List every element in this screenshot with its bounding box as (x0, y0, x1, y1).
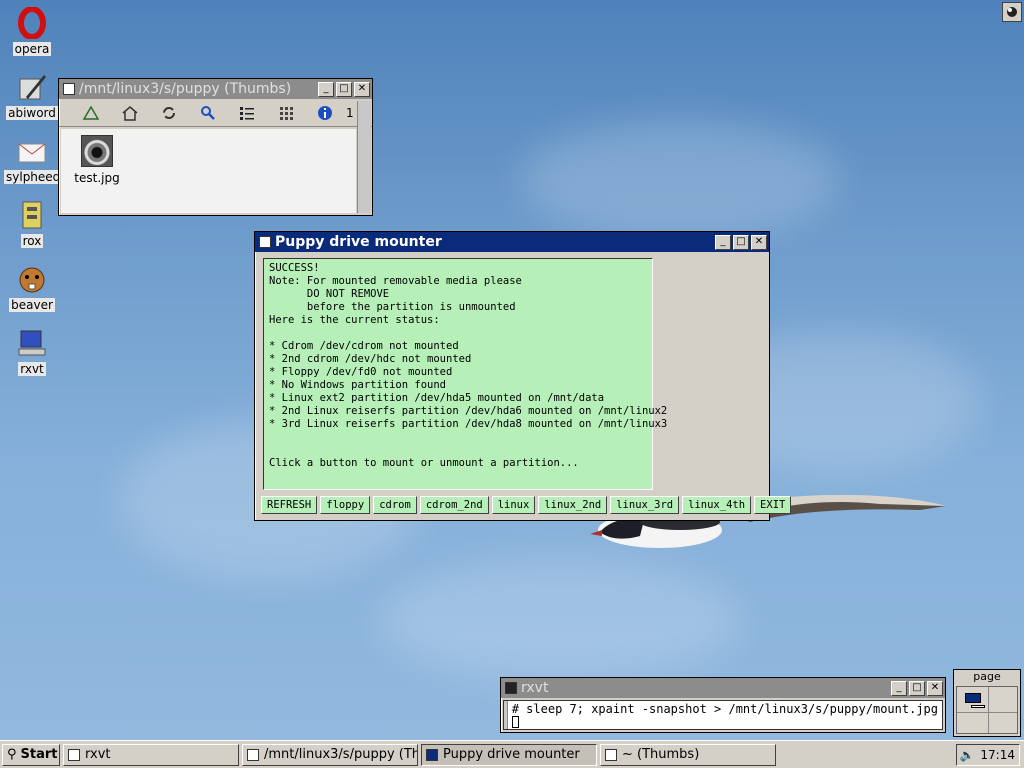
mount-status-output: SUCCESS! Note: For mounted removable med… (263, 258, 667, 490)
file-name: test.jpg (74, 171, 120, 185)
task-rox-puppy[interactable]: /mnt/linux3/s/puppy (Thu... (242, 743, 418, 766)
pager-grid[interactable] (956, 686, 1018, 734)
file-item[interactable]: test.jpg (69, 135, 125, 185)
start-label: Start (20, 747, 58, 762)
floppy-button[interactable]: floppy (320, 496, 371, 514)
opera-icon (15, 6, 49, 40)
folder-icon (605, 748, 617, 761)
exit-button[interactable]: EXIT (754, 496, 792, 514)
desktop-icon-label: abiword (6, 106, 58, 120)
start-button[interactable]: ⚲ Start (2, 743, 60, 766)
desktop-icon-label: rxvt (18, 362, 46, 376)
search-icon[interactable] (188, 101, 227, 125)
rox-filer-icon (15, 198, 49, 232)
desktop-icon-beaver[interactable]: beaver (4, 262, 60, 312)
linux-2nd-button[interactable]: linux_2nd (538, 496, 608, 514)
pager-window-thumb (965, 693, 981, 703)
linux-3rd-button[interactable]: linux_3rd (610, 496, 680, 514)
desktop-icon-label: rox (20, 234, 44, 248)
up-icon[interactable] (71, 101, 110, 125)
rox-titlebar[interactable]: /mnt/linux3/s/puppy (Thumbs) _ □ ✕ (59, 79, 372, 99)
clock[interactable]: 17:14 (980, 748, 1015, 762)
mounter-titlebar[interactable]: Puppy drive mounter _ □ ✕ (255, 232, 769, 252)
close-button[interactable]: ✕ (927, 680, 943, 696)
maximize-button[interactable]: □ (909, 680, 925, 696)
cdrom-2nd-button[interactable]: cdrom_2nd (419, 496, 489, 514)
window-menu-icon[interactable] (259, 236, 271, 248)
desktop-pager[interactable]: page (953, 669, 1021, 737)
home-icon[interactable] (110, 101, 149, 125)
desktop-icon-rox[interactable]: rox (4, 198, 60, 248)
task-label: rxvt (85, 747, 111, 762)
rxvt-window[interactable]: rxvt _ □ ✕ # sleep 7; xpaint -snapshot >… (500, 677, 946, 733)
maximize-button[interactable]: □ (336, 81, 352, 97)
pager-window-thumb (971, 705, 985, 708)
close-button[interactable]: ✕ (354, 81, 370, 97)
taskbar: ⚲ Start rxvt /mnt/linux3/s/puppy (Thu...… (0, 740, 1024, 768)
mounter-window[interactable]: Puppy drive mounter _ □ ✕ SUCCESS! Note:… (254, 231, 792, 521)
grid-view-icon[interactable] (266, 101, 305, 125)
task-drive-mounter[interactable]: Puppy drive mounter (421, 743, 597, 766)
window-title: /mnt/linux3/s/puppy (Thumbs) (79, 81, 292, 97)
rox-file-area[interactable]: test.jpg (61, 129, 356, 213)
desktop-icon-sylpheed[interactable]: sylpheed (4, 134, 63, 184)
desktop-icon-label: opera (12, 42, 52, 56)
abiword-icon (15, 70, 49, 104)
rox-filer-window[interactable]: /mnt/linux3/s/puppy (Thumbs) _ □ ✕ 1 tes… (58, 78, 373, 216)
close-button[interactable]: ✕ (751, 234, 767, 250)
folder-icon (247, 748, 259, 761)
desktop-icon-rxvt[interactable]: rxvt (4, 326, 60, 376)
toolbar-count: 1 (346, 105, 354, 120)
terminal-icon[interactable] (505, 682, 517, 694)
rxvt-titlebar[interactable]: rxvt _ □ ✕ (501, 678, 945, 698)
minimize-button[interactable]: _ (715, 234, 731, 250)
refresh-icon[interactable] (149, 101, 188, 125)
desktop-icon-abiword[interactable]: abiword (4, 70, 60, 120)
terminal-command: # sleep 7; xpaint -snapshot > /mnt/linux… (511, 702, 938, 716)
window-menu-icon[interactable] (63, 83, 75, 95)
rox-toolbar: 1 (59, 99, 372, 127)
volume-icon[interactable]: 🔈 (959, 748, 974, 762)
window-list-icon[interactable] (1002, 2, 1022, 22)
task-label: Puppy drive mounter (443, 747, 580, 762)
desktop-icon-opera[interactable]: opera (4, 6, 60, 56)
sylpheed-mail-icon (15, 134, 49, 168)
task-home-thumbs[interactable]: ~ (Thumbs) (600, 743, 776, 766)
task-label: /mnt/linux3/s/puppy (Thu... (264, 747, 418, 762)
beaver-icon (15, 262, 49, 296)
cdrom-button[interactable]: cdrom (373, 496, 417, 514)
rox-scrollbar[interactable] (357, 101, 371, 213)
minimize-button[interactable]: _ (891, 680, 907, 696)
terminal-area[interactable]: # sleep 7; xpaint -snapshot > /mnt/linux… (503, 700, 943, 730)
terminal-cursor (511, 716, 519, 728)
start-icon: ⚲ (7, 747, 17, 762)
window-title: rxvt (521, 680, 549, 696)
linux-4th-button[interactable]: linux_4th (682, 496, 752, 514)
info-icon[interactable] (305, 101, 344, 125)
pager-label: page (973, 670, 1001, 683)
system-tray: 🔈 17:14 (956, 744, 1020, 766)
task-label: ~ (Thumbs) (622, 747, 700, 762)
window-title: Puppy drive mounter (275, 234, 442, 250)
terminal-icon (68, 748, 80, 761)
minimize-button[interactable]: _ (318, 81, 334, 97)
task-rxvt[interactable]: rxvt (63, 743, 239, 766)
terminal-computer-icon (15, 326, 49, 360)
refresh-button[interactable]: REFRESH (261, 496, 318, 514)
floppy-icon (426, 748, 438, 761)
desktop-icon-label: sylpheed (4, 170, 63, 184)
eye-thumbnail-icon (81, 135, 113, 167)
list-view-icon[interactable] (227, 101, 266, 125)
maximize-button[interactable]: □ (733, 234, 749, 250)
desktop-icon-label: beaver (9, 298, 55, 312)
mount-button-bar: REFRESH floppy cdrom cdrom_2nd linux lin… (261, 496, 792, 514)
linux-button[interactable]: linux (491, 496, 536, 514)
